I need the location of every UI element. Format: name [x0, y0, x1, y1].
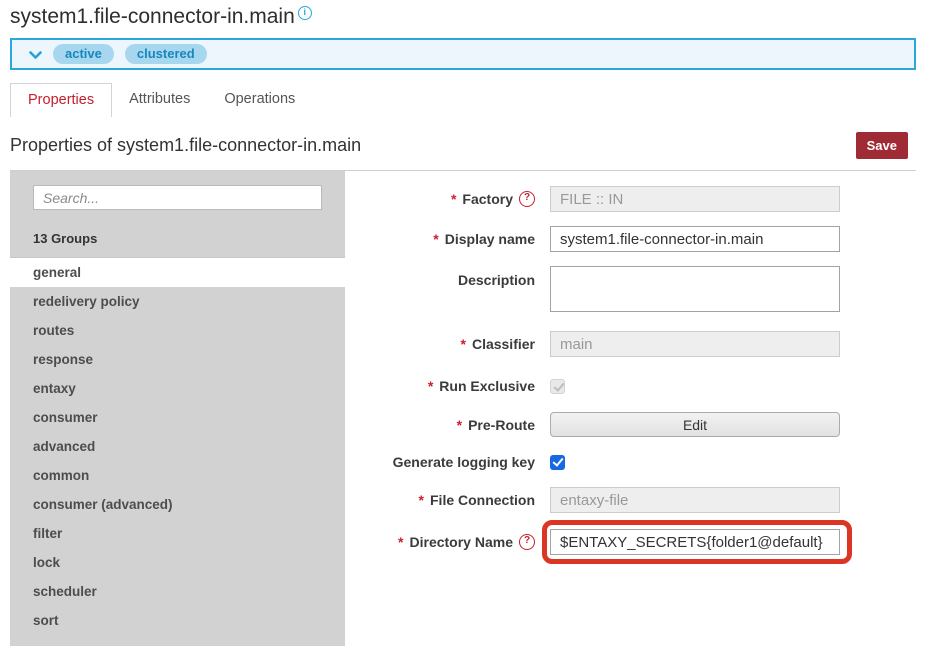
properties-form: * Factory ? * Display name [345, 171, 916, 646]
sidebar-item-lock[interactable]: lock [10, 548, 345, 577]
classifier-label: * Classifier [345, 336, 535, 352]
classifier-input [550, 331, 840, 357]
field-row-description: Description [345, 266, 916, 317]
tab-operations[interactable]: Operations [207, 83, 312, 117]
field-row-classifier: * Classifier [345, 331, 916, 357]
search-input[interactable] [33, 185, 322, 210]
page-title-text: system1.file-connector-in.main [10, 5, 295, 28]
save-button[interactable]: Save [856, 132, 908, 159]
groups-sidebar: 13 Groups general redelivery policy rout… [10, 171, 345, 646]
directory-name-input[interactable] [550, 529, 840, 555]
field-row-factory: * Factory ? [345, 186, 916, 212]
required-marker: * [457, 417, 462, 433]
display-name-input[interactable] [550, 226, 840, 252]
help-icon[interactable]: ? [519, 191, 535, 207]
tab-attributes[interactable]: Attributes [112, 83, 207, 117]
required-marker: * [428, 378, 433, 394]
tab-properties[interactable]: Properties [10, 83, 112, 117]
status-badge-clustered: clustered [125, 44, 207, 64]
generate-logging-key-checkbox[interactable] [550, 455, 565, 470]
status-badge-active: active [53, 44, 114, 64]
field-row-generate-logging-key: Generate logging key [345, 454, 916, 470]
required-marker: * [398, 534, 403, 550]
required-marker: * [451, 191, 456, 207]
tab-bar: Properties Attributes Operations [10, 83, 916, 117]
help-icon[interactable]: ? [519, 534, 535, 550]
sidebar-item-scheduler[interactable]: scheduler [10, 577, 345, 606]
sidebar-item-advanced[interactable]: advanced [10, 432, 345, 461]
generate-logging-key-label: Generate logging key [345, 454, 535, 470]
factory-label: * Factory ? [345, 191, 535, 207]
required-marker: * [461, 336, 466, 352]
run-exclusive-checkbox [550, 379, 565, 394]
sidebar-item-common[interactable]: common [10, 461, 345, 490]
status-collapse-bar[interactable]: active clustered [10, 38, 916, 70]
file-connection-label: * File Connection [345, 492, 535, 508]
directory-name-label: * Directory Name ? [345, 534, 535, 550]
chevron-down-icon[interactable] [29, 51, 42, 60]
field-row-directory-name: * Directory Name ? [345, 529, 916, 555]
field-row-pre-route: * Pre-Route Edit [345, 412, 916, 437]
sidebar-item-redelivery-policy[interactable]: redelivery policy [10, 287, 345, 316]
sidebar-item-general[interactable]: general [10, 258, 345, 287]
section-title: Properties of system1.file-connector-in.… [10, 135, 361, 156]
sidebar-item-entaxy[interactable]: entaxy [10, 374, 345, 403]
pre-route-edit-button[interactable]: Edit [550, 412, 840, 437]
sidebar-item-consumer-advanced[interactable]: consumer (advanced) [10, 490, 345, 519]
sidebar-item-routes[interactable]: routes [10, 316, 345, 345]
field-row-display-name: * Display name [345, 226, 916, 252]
groups-count-label: 13 Groups [33, 231, 345, 246]
info-icon[interactable]: i [298, 6, 312, 20]
factory-input [550, 186, 840, 212]
description-label: Description [345, 266, 535, 288]
required-marker: * [433, 231, 438, 247]
required-marker: * [419, 492, 424, 508]
description-textarea[interactable] [550, 266, 840, 312]
sidebar-item-sort[interactable]: sort [10, 606, 345, 635]
field-row-file-connection: * File Connection [345, 487, 916, 513]
pre-route-label: * Pre-Route [345, 417, 535, 433]
field-row-run-exclusive: * Run Exclusive [345, 378, 916, 394]
page-title: system1.file-connector-in.maini [10, 5, 916, 29]
sidebar-item-filter[interactable]: filter [10, 519, 345, 548]
sidebar-item-response[interactable]: response [10, 345, 345, 374]
display-name-label: * Display name [345, 231, 535, 247]
file-connection-input [550, 487, 840, 513]
run-exclusive-label: * Run Exclusive [345, 378, 535, 394]
sidebar-item-consumer[interactable]: consumer [10, 403, 345, 432]
section-header: Properties of system1.file-connector-in.… [10, 132, 916, 159]
group-list: general redelivery policy routes respons… [10, 257, 345, 635]
